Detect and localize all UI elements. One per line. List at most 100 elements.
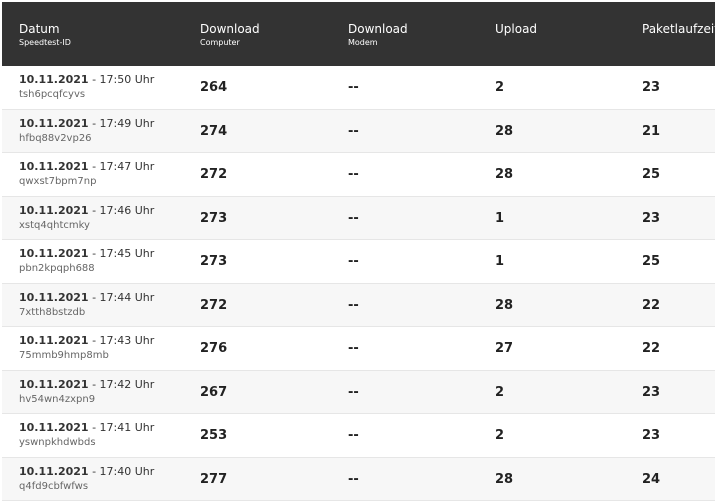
table-row[interactable]: 10.11.2021 - 17:46 Uhr xstq4qhtcmky 273 … <box>2 196 715 240</box>
row-datetime: 10.11.2021 - 17:47 Uhr <box>19 160 154 174</box>
row-datetime: 10.11.2021 - 17:43 Uhr <box>19 334 154 348</box>
row-date: 10.11.2021 <box>19 203 89 217</box>
row-download-computer: 273 <box>200 254 228 269</box>
row-download-modem: -- <box>348 297 359 313</box>
row-datetime: 10.11.2021 - 17:44 Uhr <box>19 291 154 305</box>
row-time: - 17:40 Uhr <box>88 464 155 478</box>
row-upload: 1 <box>495 210 505 226</box>
header-date: Datum Speedtest-ID <box>19 22 71 48</box>
header-download-computer-sublabel: Computer <box>200 38 240 47</box>
row-upload: 27 <box>495 341 514 356</box>
row-date: 10.11.2021 <box>19 464 89 478</box>
row-download-modem: -- <box>348 167 359 182</box>
row-datetime: 10.11.2021 - 17:42 Uhr <box>19 378 154 392</box>
row-date: 10.11.2021 <box>19 116 89 130</box>
row-speedtest-id: yswnpkhdwbds <box>19 437 96 448</box>
row-upload: 28 <box>495 297 514 313</box>
header-download-computer-label: Download <box>200 22 260 36</box>
row-speedtest-id: 7xtth8bstzdb <box>19 306 86 318</box>
row-ping: 22 <box>642 341 661 356</box>
row-date: 10.11.2021 <box>19 377 89 391</box>
row-download-computer: 264 <box>200 80 228 95</box>
row-download-modem: -- <box>348 384 359 400</box>
row-speedtest-id: q4fd9cbfwfws <box>19 480 89 492</box>
table-row[interactable]: 10.11.2021 - 17:40 Uhr q4fd9cbfwfws 277 … <box>2 457 715 501</box>
row-upload: 2 <box>495 428 505 443</box>
row-download-computer: 272 <box>200 167 228 182</box>
row-upload: 2 <box>495 80 505 95</box>
row-datetime: 10.11.2021 - 17:49 Uhr <box>19 117 154 131</box>
row-download-modem: -- <box>348 428 359 443</box>
row-ping: 23 <box>642 384 661 400</box>
row-download-modem: -- <box>348 254 359 269</box>
row-date: 10.11.2021 <box>19 421 89 434</box>
row-speedtest-id: hfbq88v2vp26 <box>19 132 92 144</box>
row-speedtest-id: qwxst7bpm7np <box>19 176 97 187</box>
header-download-modem-label: Download <box>348 22 408 36</box>
row-time: - 17:46 Uhr <box>88 203 155 217</box>
row-upload: 2 <box>495 384 505 400</box>
row-ping: 25 <box>642 167 661 182</box>
row-speedtest-id: hv54wn4zxpn9 <box>19 393 96 405</box>
row-date: 10.11.2021 <box>19 160 89 173</box>
row-ping: 21 <box>642 123 661 139</box>
table-row[interactable]: 10.11.2021 - 17:42 Uhr hv54wn4zxpn9 267 … <box>2 370 715 414</box>
header-upload: Upload <box>495 22 537 37</box>
row-time: - 17:50 Uhr <box>88 73 155 86</box>
row-time: - 17:49 Uhr <box>88 116 155 130</box>
header-date-sublabel: Speedtest-ID <box>19 38 71 47</box>
row-time: - 17:47 Uhr <box>88 160 155 173</box>
row-ping: 23 <box>642 428 661 443</box>
row-download-modem: -- <box>348 80 359 95</box>
row-download-modem: -- <box>348 210 359 226</box>
row-date: 10.11.2021 <box>19 247 89 260</box>
speedtest-results-table: Datum Speedtest-ID Download Computer Dow… <box>2 2 715 501</box>
table-row[interactable]: 10.11.2021 - 17:44 Uhr 7xtth8bstzdb 272 … <box>2 283 715 327</box>
header-download-computer: Download Computer <box>200 22 260 48</box>
row-ping: 25 <box>642 254 661 269</box>
row-ping: 22 <box>642 297 661 313</box>
table-row[interactable]: 10.11.2021 - 17:41 Uhr yswnpkhdwbds 253 … <box>2 414 715 458</box>
row-date: 10.11.2021 <box>19 334 89 347</box>
row-datetime: 10.11.2021 - 17:46 Uhr <box>19 204 154 218</box>
header-ping: Paketlaufzeit <box>642 22 715 37</box>
table-header: Datum Speedtest-ID Download Computer Dow… <box>2 2 715 66</box>
row-speedtest-id: xstq4qhtcmky <box>19 219 90 231</box>
row-upload: 28 <box>495 471 514 487</box>
row-ping: 23 <box>642 210 661 226</box>
table-row[interactable]: 10.11.2021 - 17:45 Uhr pbn2kpqph688 273 … <box>2 240 715 284</box>
row-time: - 17:42 Uhr <box>88 377 155 391</box>
table-row[interactable]: 10.11.2021 - 17:43 Uhr 75mmb9hmp8mb 276 … <box>2 327 715 371</box>
row-date: 10.11.2021 <box>19 290 89 304</box>
row-date: 10.11.2021 <box>19 73 89 86</box>
header-ping-label: Paketlaufzeit <box>642 22 715 36</box>
header-upload-label: Upload <box>495 22 538 36</box>
row-download-computer: 253 <box>200 428 228 443</box>
row-datetime: 10.11.2021 - 17:41 Uhr <box>19 421 154 435</box>
row-download-computer: 277 <box>200 471 228 487</box>
row-download-computer: 274 <box>200 123 228 139</box>
row-upload: 28 <box>495 167 514 182</box>
row-time: - 17:43 Uhr <box>88 334 155 347</box>
row-download-computer: 273 <box>200 210 228 226</box>
row-datetime: 10.11.2021 - 17:40 Uhr <box>19 465 154 479</box>
row-ping: 23 <box>642 80 661 95</box>
row-download-computer: 267 <box>200 384 228 400</box>
table-row[interactable]: 10.11.2021 - 17:47 Uhr qwxst7bpm7np 272 … <box>2 153 715 197</box>
row-upload: 1 <box>495 254 505 269</box>
row-download-modem: -- <box>348 123 359 139</box>
row-download-computer: 272 <box>200 297 228 313</box>
table-row[interactable]: 10.11.2021 - 17:49 Uhr hfbq88v2vp26 274 … <box>2 109 715 153</box>
row-download-computer: 276 <box>200 341 228 356</box>
table-row[interactable]: 10.11.2021 - 17:50 Uhr tsh6pcqfcyvs 264 … <box>2 66 715 110</box>
header-download-modem: Download Modem <box>348 22 408 48</box>
row-speedtest-id: 75mmb9hmp8mb <box>19 350 109 361</box>
row-datetime: 10.11.2021 - 17:50 Uhr <box>19 73 154 87</box>
header-download-modem-sublabel: Modem <box>348 38 378 47</box>
row-time: - 17:45 Uhr <box>88 247 155 260</box>
row-datetime: 10.11.2021 - 17:45 Uhr <box>19 247 154 261</box>
header-date-label: Datum <box>19 22 60 36</box>
row-ping: 24 <box>642 471 661 487</box>
row-time: - 17:41 Uhr <box>88 421 155 434</box>
row-download-modem: -- <box>348 341 359 356</box>
